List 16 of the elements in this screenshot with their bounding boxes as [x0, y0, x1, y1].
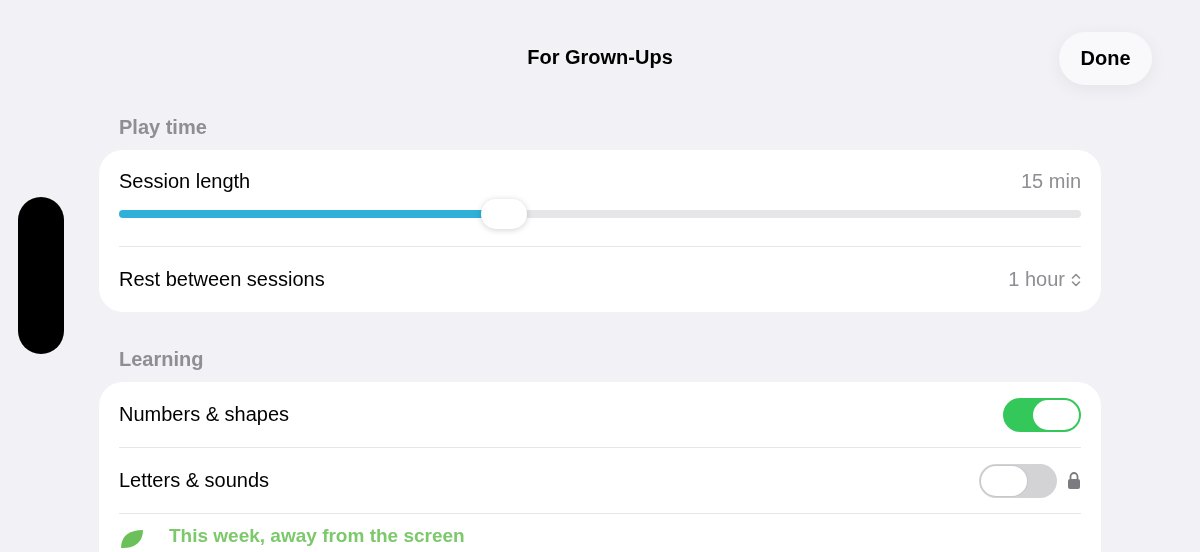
row-label: Numbers & shapes — [119, 403, 290, 426]
leaf-icon — [119, 528, 145, 550]
row-label: Letters & sounds — [119, 469, 270, 492]
toggle-switch[interactable] — [979, 463, 1057, 498]
note-text: This week, away from the screen — [169, 524, 465, 548]
toggle-switch[interactable] — [1003, 397, 1081, 432]
slider[interactable] — [119, 199, 1081, 229]
row-value: 15 min — [1020, 169, 1081, 193]
row-label: Rest between sessions — [119, 268, 325, 291]
section-header: Play time — [119, 116, 208, 138]
row-label: Session length — [119, 169, 251, 193]
chevron-up-down-icon — [1071, 271, 1081, 288]
section-header: Learning — [119, 348, 205, 370]
slider-thumb[interactable] — [480, 199, 527, 229]
window-title: For Grown-Ups — [527, 46, 673, 70]
done-button[interactable]: Done — [1059, 32, 1152, 85]
